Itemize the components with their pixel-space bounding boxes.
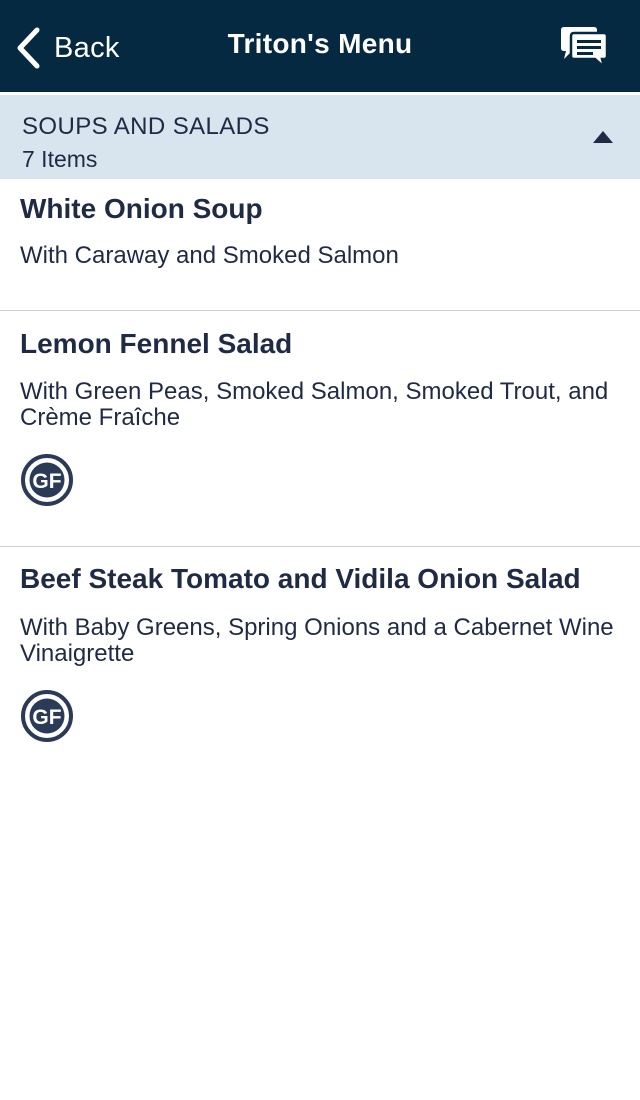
chat-bubbles-icon (561, 27, 609, 71)
menu-item-description: With Caraway and Smoked Salmon (20, 242, 399, 269)
gluten-free-icon: GF (21, 690, 73, 742)
gf-badge-label: GF (32, 706, 61, 729)
section-item-count: 7 Items (22, 146, 98, 172)
chat-button[interactable] (558, 26, 610, 71)
menu-item-description: With Green Peas, Smoked Salmon, Smoked T… (20, 378, 609, 431)
menu-item[interactable]: Beef Steak Tomato and Vidila Onion Salad… (0, 547, 640, 787)
section-title: SOUPS AND SALADS (22, 113, 270, 140)
triangle-up-icon[interactable] (593, 131, 613, 143)
section-header-soups-and-salads[interactable]: SOUPS AND SALADS 7 Items (0, 95, 640, 179)
gf-badge-label: GF (32, 470, 61, 493)
gluten-free-icon: GF (21, 454, 73, 506)
menu-item-name: Beef Steak Tomato and Vidila Onion Salad (20, 563, 581, 594)
page-title: Triton's Menu (227, 28, 413, 59)
menu-item-name: White Onion Soup (20, 193, 263, 224)
menu-item-description: With Baby Greens, Spring Onions and a Ca… (20, 614, 614, 667)
menu-item[interactable]: Lemon Fennel Salad With Green Peas, Smok… (0, 311, 640, 546)
menu-item[interactable]: White Onion Soup With Caraway and Smoked… (0, 179, 640, 311)
nav-bar: Back Triton's Menu (0, 0, 640, 92)
menu-item-name: Lemon Fennel Salad (20, 328, 293, 359)
